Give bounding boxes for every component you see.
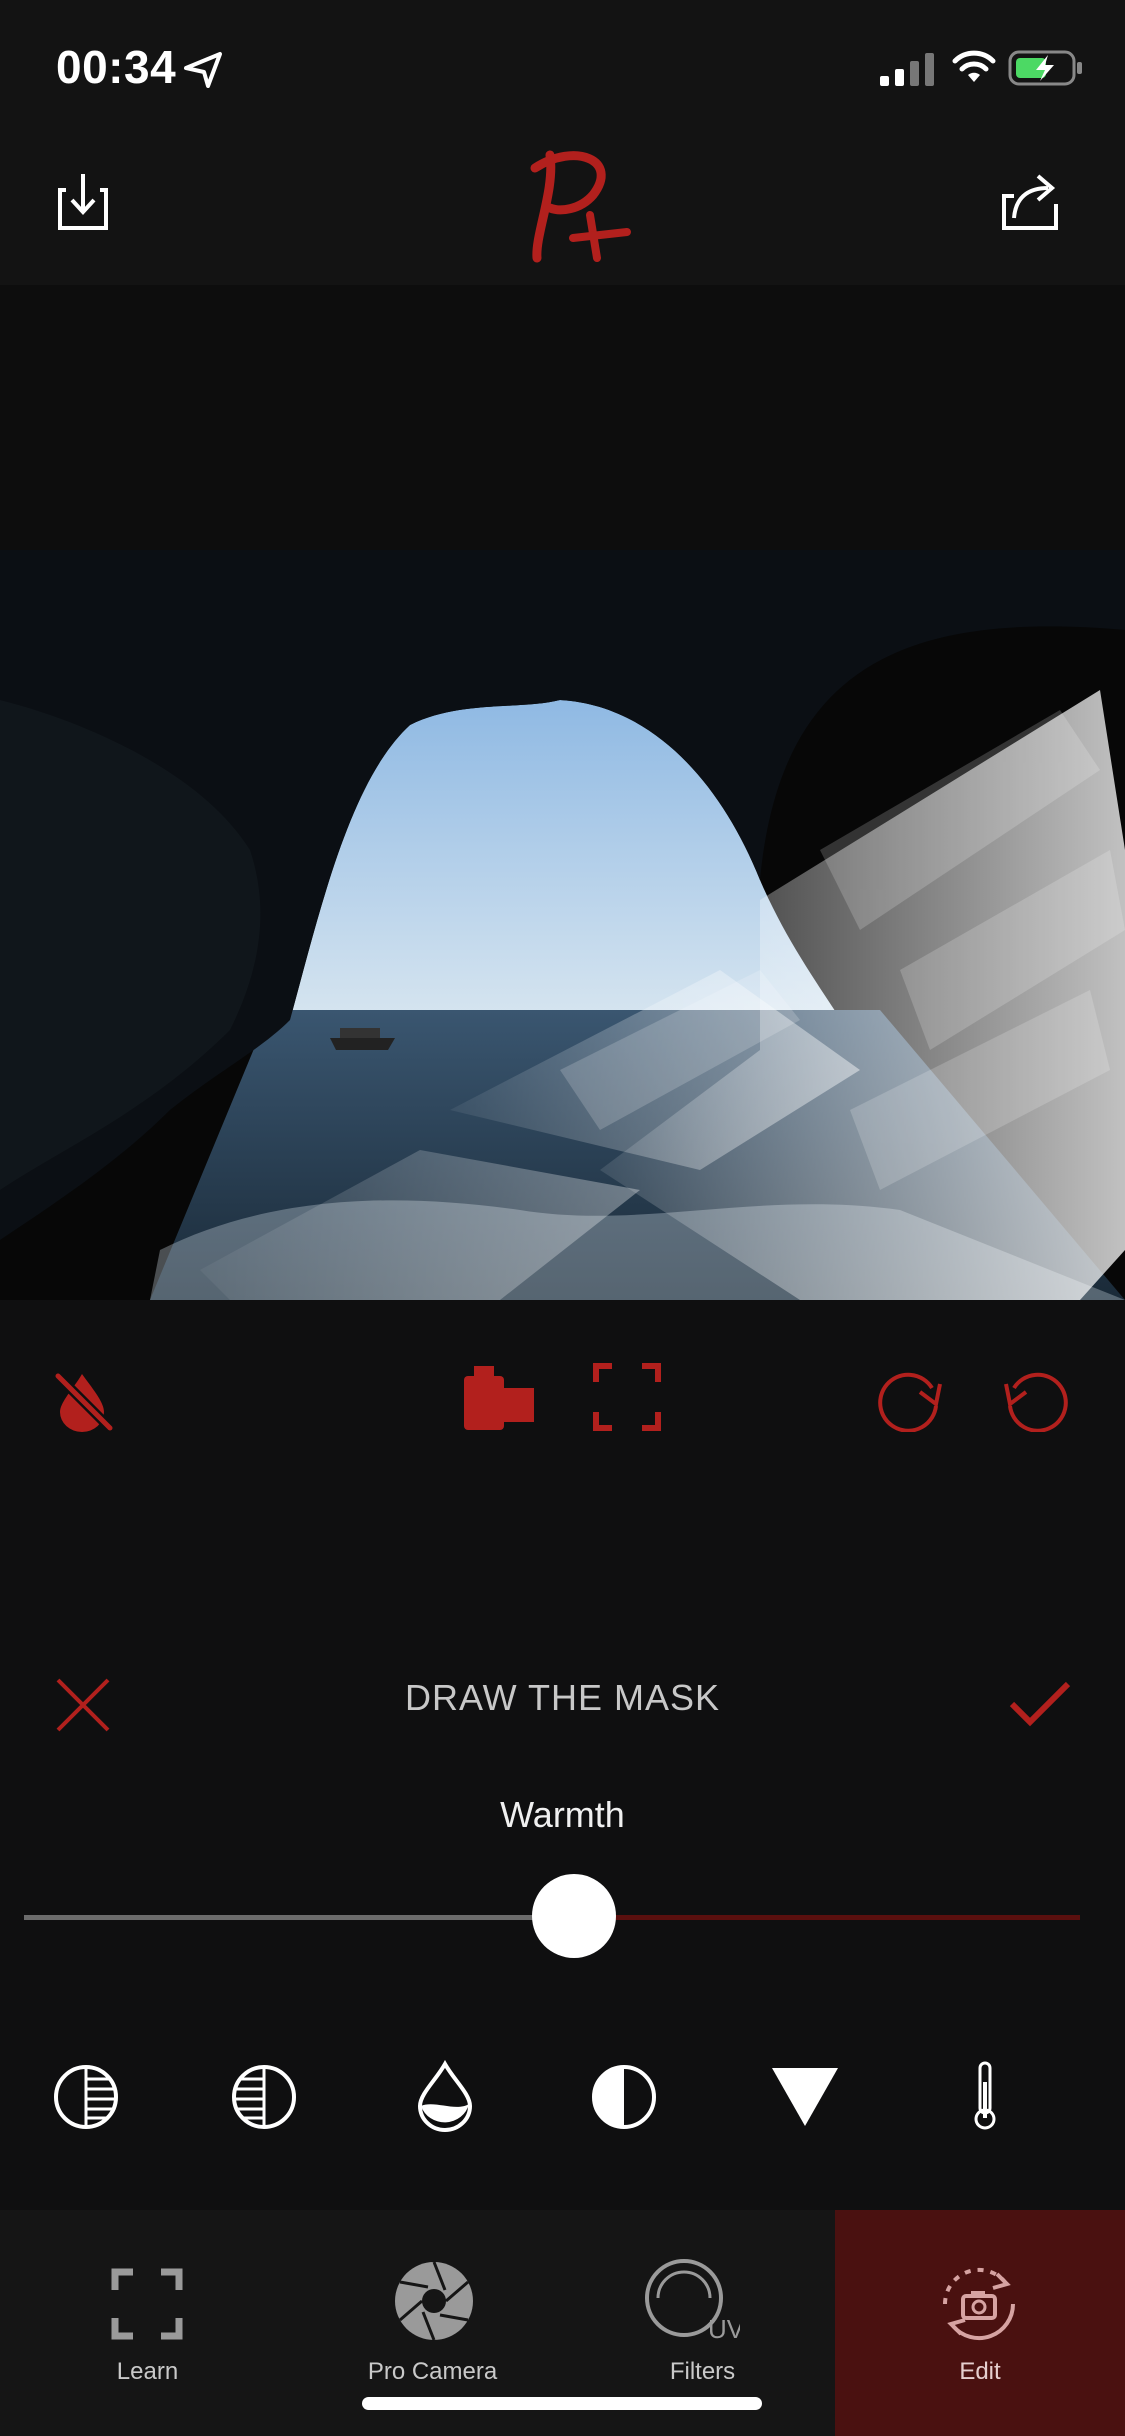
tab-learn[interactable]: Learn xyxy=(0,2210,295,2436)
crop-frame-button[interactable] xyxy=(592,1362,662,1432)
saturation-drop-button[interactable] xyxy=(414,2060,476,2132)
camera-rotate-icon xyxy=(942,2267,1016,2341)
confirm-button[interactable] xyxy=(1008,1680,1072,1728)
tab-edit[interactable]: Edit xyxy=(835,2210,1125,2436)
aperture-icon xyxy=(395,2261,473,2341)
tab-learn-label: Learn xyxy=(116,2358,179,2385)
location-arrow-icon xyxy=(184,52,222,88)
uv-filter-icon: UV xyxy=(645,2259,740,2344)
canvas-backdrop xyxy=(0,285,1125,550)
battery-charging-icon xyxy=(1008,50,1082,86)
tab-filters-label: Filters xyxy=(669,2358,736,2385)
wifi-icon xyxy=(952,50,996,82)
mask-visibility-off-button[interactable] xyxy=(52,1368,116,1432)
adjustment-label: Warmth xyxy=(500,1794,625,1835)
slider-track-left xyxy=(24,1915,574,1920)
film-canister-button[interactable] xyxy=(460,1362,538,1432)
vignette-triangle-button[interactable] xyxy=(770,2066,840,2128)
cellular-signal-icon xyxy=(880,53,934,86)
redo-rotate-button[interactable] xyxy=(874,1362,944,1432)
shadows-tool-button[interactable] xyxy=(230,2063,298,2131)
highlights-tool-button[interactable] xyxy=(52,2063,120,2131)
share-button[interactable] xyxy=(1000,172,1062,232)
tab-pro-camera-label: Pro Camera xyxy=(367,2358,498,2385)
photo-canvas[interactable] xyxy=(0,550,1125,1300)
temperature-tool-button[interactable] xyxy=(968,2060,1002,2132)
slider-track-right xyxy=(574,1915,1080,1920)
contrast-tool-button[interactable] xyxy=(590,2063,658,2131)
status-time: 00:34 xyxy=(56,41,177,93)
focus-frame-icon xyxy=(111,2268,183,2340)
app-logo xyxy=(515,140,635,270)
home-indicator xyxy=(362,2397,762,2410)
save-download-button[interactable] xyxy=(58,170,110,232)
warmth-slider-thumb[interactable] xyxy=(532,1874,616,1958)
mask-panel-title: DRAW THE MASK xyxy=(404,1677,721,1718)
tab-edit-label: Edit xyxy=(959,2358,1001,2385)
undo-rotate-button[interactable] xyxy=(1002,1362,1072,1432)
svg-text:UV: UV xyxy=(708,2314,740,2344)
